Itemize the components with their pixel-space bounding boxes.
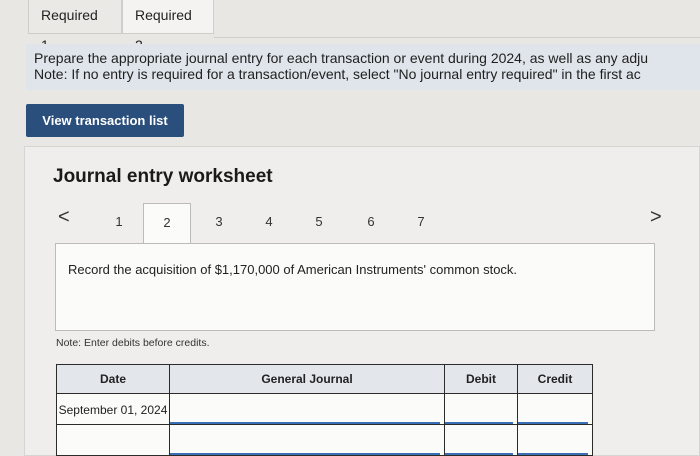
step-7[interactable]: 7 — [397, 203, 445, 243]
account-select[interactable] — [169, 393, 445, 425]
transaction-description-box — [55, 243, 655, 331]
debit-input-field[interactable] — [445, 394, 513, 424]
credit-input-field[interactable] — [518, 394, 588, 424]
step-2-active[interactable]: 2 — [143, 203, 191, 245]
date-cell — [56, 424, 170, 456]
credit-input[interactable] — [517, 424, 593, 456]
chevron-left-icon[interactable]: < — [58, 206, 70, 229]
debit-input[interactable] — [444, 393, 518, 425]
account-select-field[interactable] — [170, 425, 440, 455]
table-row — [56, 424, 593, 456]
step-1[interactable]: 1 — [95, 203, 143, 243]
account-select[interactable] — [169, 424, 445, 456]
table-row: September 01, 2024 — [56, 393, 593, 425]
tab-divider — [214, 37, 700, 38]
debit-input[interactable] — [444, 424, 518, 456]
step-3[interactable]: 3 — [195, 203, 243, 243]
general-journal-column-header: General Journal — [169, 364, 445, 394]
date-value — [57, 439, 169, 441]
view-transaction-list-button[interactable]: View transaction list — [26, 104, 184, 137]
debit-column-header: Debit — [444, 364, 518, 394]
transaction-description: Record the acquisition of $1,170,000 of … — [68, 262, 518, 277]
chevron-right-icon[interactable]: > — [650, 206, 662, 229]
tab-required-2[interactable]: Required 2 — [122, 0, 214, 53]
credit-input[interactable] — [517, 393, 593, 425]
date-cell: September 01, 2024 — [56, 393, 170, 425]
step-4[interactable]: 4 — [245, 203, 293, 243]
credit-input-field[interactable] — [518, 425, 588, 455]
table-header-row: Date General Journal Debit Credit — [56, 364, 593, 394]
journal-entry-table: Date General Journal Debit Credit Septem… — [56, 364, 593, 456]
date-value: September 01, 2024 — [58, 402, 168, 417]
debit-input-field[interactable] — [445, 425, 513, 455]
instructions-text: Prepare the appropriate journal entry fo… — [34, 50, 649, 66]
instructions-banner: Prepare the appropriate journal entry fo… — [26, 44, 700, 90]
tab-bar: Required 1 Required 2 — [0, 0, 700, 53]
worksheet-title: Journal entry worksheet — [53, 166, 273, 187]
step-5[interactable]: 5 — [295, 203, 343, 243]
instructions-note: Note: If no entry is required for a tran… — [34, 66, 641, 82]
credit-column-header: Credit — [517, 364, 593, 394]
tab-required-1[interactable]: Required 1 — [28, 0, 122, 53]
debit-credit-note: Note: Enter debits before credits. — [56, 337, 210, 349]
date-column-header: Date — [56, 364, 170, 394]
account-select-field[interactable] — [170, 394, 440, 424]
step-6[interactable]: 6 — [347, 203, 395, 243]
